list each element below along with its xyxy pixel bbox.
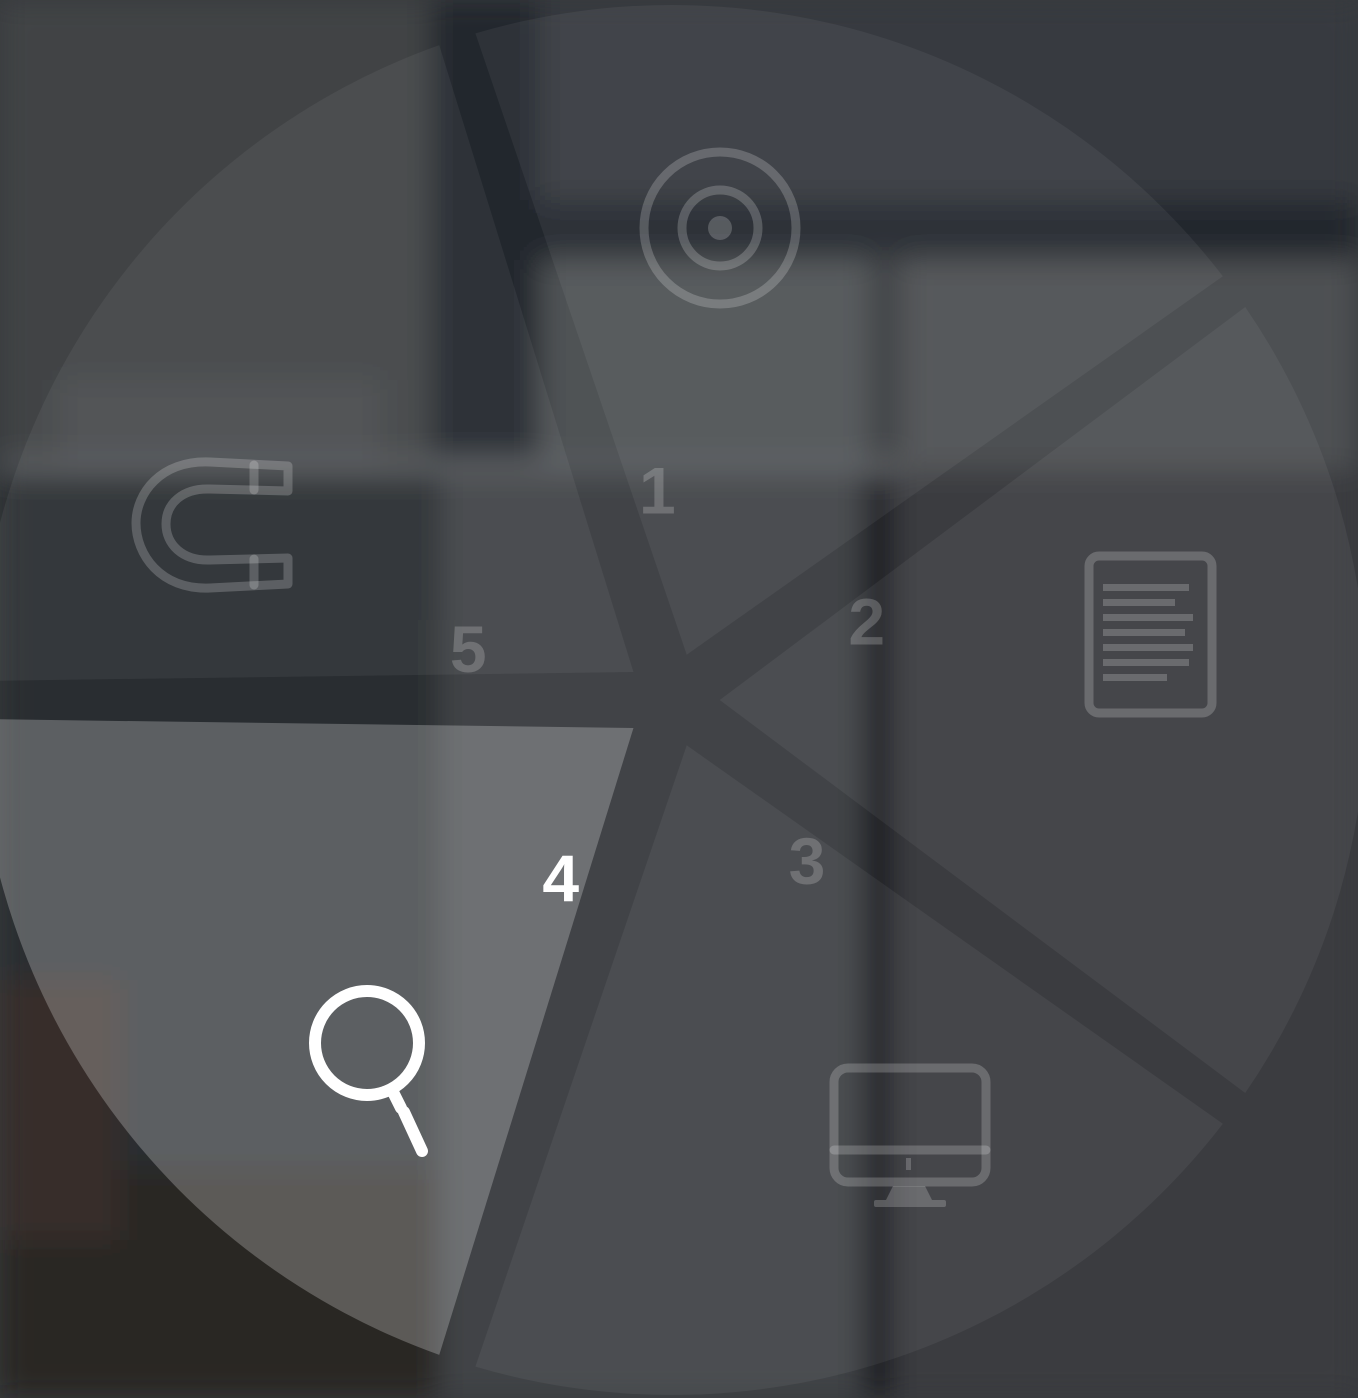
radial-menu: 1 2 3 4 5	[0, 4, 1358, 1395]
segment-number-1: 1	[639, 454, 676, 528]
segment-number-2: 2	[848, 584, 885, 658]
segment-number-4: 4	[542, 841, 579, 915]
segment-number-5: 5	[450, 612, 487, 686]
segment-number-3: 3	[789, 824, 826, 898]
